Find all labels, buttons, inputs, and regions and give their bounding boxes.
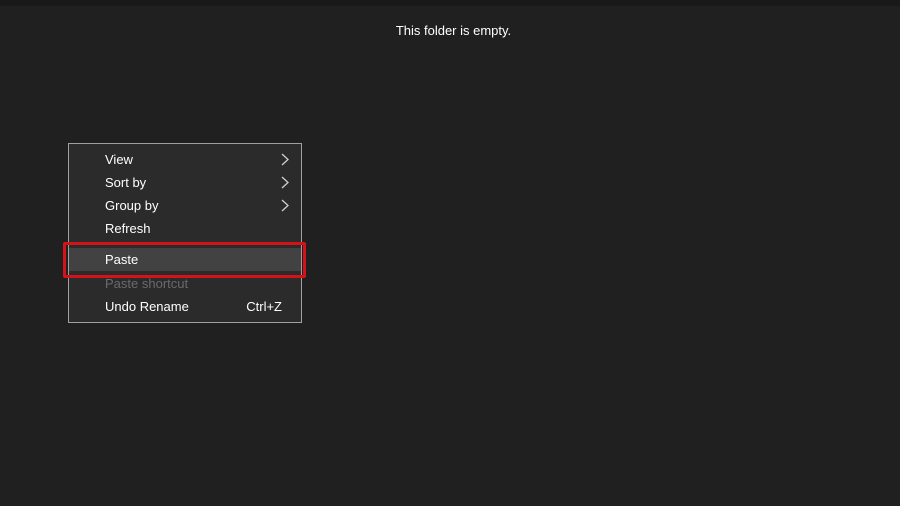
menu-item-label: Paste: [105, 252, 139, 267]
menu-item-view[interactable]: View: [69, 148, 301, 171]
menu-item-sort-by[interactable]: Sort by: [69, 171, 301, 194]
menu-item-label: Sort by: [105, 175, 147, 190]
menu-separator: [105, 243, 295, 244]
menu-item-undo-rename[interactable]: Undo Rename Ctrl+Z: [69, 295, 301, 318]
menu-item-paste[interactable]: Paste: [69, 248, 301, 271]
empty-folder-message: This folder is empty.: [395, 23, 512, 38]
context-menu: View Sort by Group by Refresh Paste Past…: [68, 143, 302, 323]
menu-item-label: Refresh: [105, 221, 151, 236]
menu-item-label: View: [105, 152, 133, 167]
menu-item-label: Paste shortcut: [105, 276, 189, 291]
chevron-right-icon: [281, 199, 289, 212]
menu-item-group-by[interactable]: Group by: [69, 194, 301, 217]
menu-item-paste-shortcut: Paste shortcut: [69, 272, 301, 295]
menu-item-label: Undo Rename: [105, 299, 189, 314]
menu-item-refresh[interactable]: Refresh: [69, 217, 301, 240]
chevron-right-icon: [281, 176, 289, 189]
chevron-right-icon: [281, 153, 289, 166]
menu-item-shortcut: Ctrl+Z: [246, 299, 282, 314]
window-top-strip: [0, 0, 900, 6]
menu-item-label: Group by: [105, 198, 159, 213]
